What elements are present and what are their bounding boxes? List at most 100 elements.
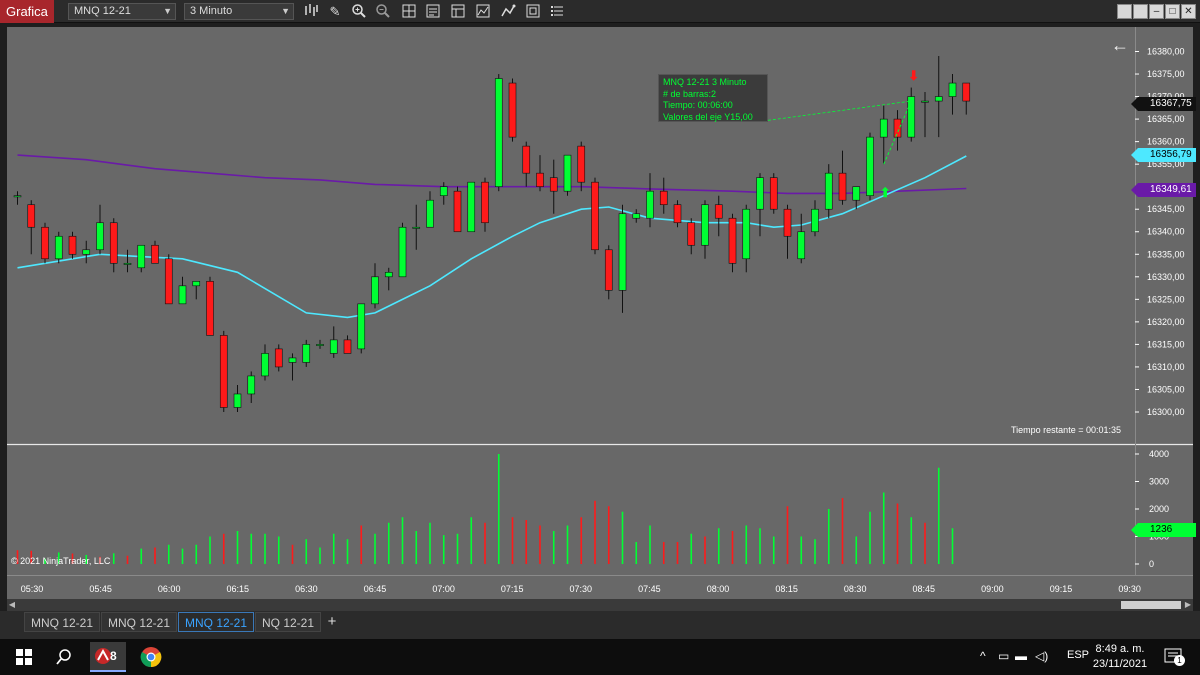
chart-tab-bar: MNQ 12-21 MNQ 12-21 MNQ 12-21 NQ 12-21 + <box>0 611 1200 639</box>
network-icon[interactable]: ▭ <box>998 649 1009 663</box>
candle-body <box>866 136 874 196</box>
candle-body <box>96 222 104 251</box>
candle-body <box>233 393 242 408</box>
ninjatrader-app-icon[interactable]: 8 <box>90 642 126 672</box>
time-remaining-label: Tiempo restante = 00:01:35 <box>1011 425 1121 435</box>
taskbar-clock[interactable]: 8:49 a. m. 23/11/2021 <box>1090 642 1150 672</box>
chart-panel[interactable]: 16300,00 16305,00 16310,00 16315,00 16320,00… <box>7 27 1196 599</box>
time-tick-label: 08:30 <box>844 584 867 594</box>
time-tick-label: 05:30 <box>21 584 44 594</box>
candle-body <box>398 226 407 278</box>
price-tick-label: 16365,00 <box>1147 114 1185 124</box>
candle-body <box>426 199 434 228</box>
last-price-badge: 16367,75 <box>1131 97 1196 111</box>
list-menu-icon[interactable] <box>548 3 566 20</box>
price-tick-label: 16335,00 <box>1147 249 1185 259</box>
time-tick-label: 05:45 <box>89 584 112 594</box>
app-title-tab[interactable]: Grafica <box>0 0 54 23</box>
measure-connector-line <box>762 100 912 122</box>
candle-body <box>316 344 324 346</box>
time-tick-label: 06:15 <box>227 584 250 594</box>
battery-icon[interactable]: ▬ <box>1015 649 1027 663</box>
candle-body <box>302 344 311 363</box>
candle-body <box>783 208 792 237</box>
windows-start-icon[interactable] <box>12 645 36 669</box>
candle-body <box>948 82 957 97</box>
time-tick-label: 08:45 <box>913 584 936 594</box>
window-restore-button[interactable] <box>1133 4 1148 19</box>
notification-icon[interactable]: 1 <box>1162 645 1186 669</box>
windows-taskbar: 8 ^ ▭ ▬ ◁) ESP 8:49 a. m. 23/11/2021 1 <box>0 639 1200 675</box>
price-tick-label: 16310,00 <box>1147 362 1185 372</box>
data-box-icon[interactable] <box>424 3 442 20</box>
scroll-left-icon[interactable]: ◀ <box>7 599 17 611</box>
window-minimize-button[interactable]: – <box>1149 4 1164 19</box>
candle-body <box>439 186 448 196</box>
candle-body <box>508 82 517 138</box>
info-line-instrument: MNQ 12-21 3 Minuto <box>663 77 747 87</box>
candle-body <box>371 276 379 305</box>
cyan-moving-average-line <box>17 155 967 319</box>
chevron-down-icon: ▼ <box>163 6 172 16</box>
tab-nq[interactable]: NQ 12-21 <box>255 612 322 632</box>
candle-body <box>467 181 476 233</box>
window-maximize-button[interactable]: □ <box>1165 4 1180 19</box>
strategies-icon[interactable] <box>499 3 517 20</box>
time-tick-label: 06:45 <box>364 584 387 594</box>
window-pin-button[interactable] <box>1117 4 1132 19</box>
scroll-thumb[interactable] <box>1121 601 1181 609</box>
horizontal-scrollbar[interactable]: ◀ ▶ <box>7 599 1193 611</box>
candle-body <box>838 172 847 201</box>
instrument-select[interactable]: MNQ 12-21 ▼ <box>68 3 176 20</box>
zoom-out-icon[interactable] <box>374 3 392 20</box>
price-tick-label: 16320,00 <box>1147 317 1185 327</box>
scroll-right-icon[interactable]: ▶ <box>1183 599 1193 611</box>
candle-body <box>577 145 586 183</box>
properties-icon[interactable] <box>449 3 467 20</box>
chrome-icon[interactable] <box>139 645 163 669</box>
candle-body <box>907 96 916 138</box>
price-tick-label: 16330,00 <box>1147 272 1185 282</box>
interval-select[interactable]: 3 Minuto ▼ <box>184 3 294 20</box>
candle-body <box>618 213 627 291</box>
candle-body <box>646 190 654 219</box>
candle-body <box>54 235 63 260</box>
candle-body <box>109 222 118 264</box>
chevron-down-icon: ▼ <box>281 6 290 16</box>
tab-mnq-2[interactable]: MNQ 12-21 <box>101 612 178 632</box>
time-tick-label: 08:00 <box>707 584 730 594</box>
candle-body <box>164 258 173 305</box>
chevron-up-icon[interactable]: ^ <box>980 649 986 663</box>
price-tick-label: 16300,00 <box>1147 407 1185 417</box>
candle-body <box>151 244 159 264</box>
volume-icon[interactable]: ◁) <box>1035 649 1048 663</box>
price-tick-label: 16375,00 <box>1147 69 1185 79</box>
bar-type-icon[interactable] <box>302 3 320 20</box>
candle-body <box>962 82 971 102</box>
time-tick-label: 09:15 <box>1050 584 1073 594</box>
time-tick-label: 07:15 <box>501 584 524 594</box>
back-arrow-icon[interactable]: ← <box>1111 35 1129 56</box>
tab-mnq-1[interactable]: MNQ 12-21 <box>24 612 101 632</box>
price-tick-label: 16325,00 <box>1147 294 1185 304</box>
candle-body <box>329 339 338 354</box>
window-close-button[interactable]: ✕ <box>1181 4 1196 19</box>
pencil-draw-icon[interactable]: ✎ <box>326 3 344 20</box>
clock-date: 23/11/2021 <box>1092 658 1148 670</box>
price-tick-label: 16340,00 <box>1147 227 1185 237</box>
crosshair-icon[interactable] <box>400 3 418 20</box>
language-label[interactable]: ESP <box>1067 649 1089 661</box>
measure-info-box: MNQ 12-21 3 Minuto # de barras:2 Tiempo:… <box>658 74 768 122</box>
zoom-in-icon[interactable] <box>350 3 368 20</box>
candle-body <box>659 190 668 206</box>
info-line-time: Tiempo: 00:06:00 <box>663 100 733 110</box>
indicators-icon[interactable] <box>474 3 492 20</box>
search-icon[interactable] <box>52 645 76 669</box>
templates-icon[interactable] <box>524 3 542 20</box>
price-volume-chart[interactable]: 16300,00 16305,00 16310,00 16315,00 16320,00… <box>7 27 1193 599</box>
info-line-bars: # de barras:2 <box>663 88 717 99</box>
candle-body <box>893 118 902 138</box>
candle-body <box>137 244 146 269</box>
add-tab-button[interactable]: + <box>322 612 342 632</box>
tab-mnq-active[interactable]: MNQ 12-21 <box>178 612 255 632</box>
